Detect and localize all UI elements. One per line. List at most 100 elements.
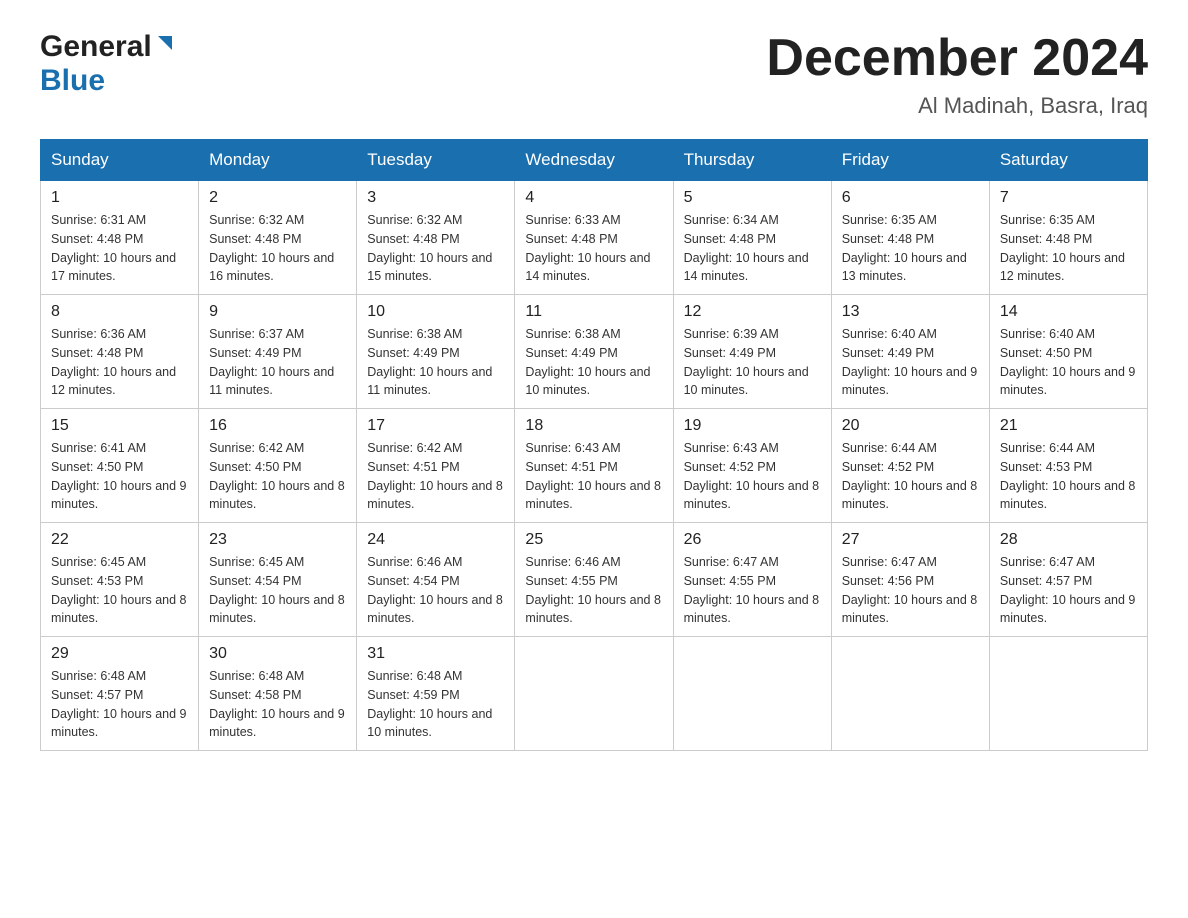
day-info: Sunrise: 6:45 AMSunset: 4:53 PMDaylight:… <box>51 555 187 625</box>
day-number: 1 <box>51 189 188 207</box>
day-number: 9 <box>209 303 346 321</box>
day-number: 18 <box>525 417 662 435</box>
day-cell: 1 Sunrise: 6:31 AMSunset: 4:48 PMDayligh… <box>41 181 199 295</box>
day-header-tuesday: Tuesday <box>357 140 515 181</box>
title-area: December 2024 Al Madinah, Basra, Iraq <box>766 30 1148 119</box>
day-cell <box>673 637 831 751</box>
day-cell: 31 Sunrise: 6:48 AMSunset: 4:59 PMDaylig… <box>357 637 515 751</box>
day-info: Sunrise: 6:32 AMSunset: 4:48 PMDaylight:… <box>367 213 492 283</box>
day-info: Sunrise: 6:39 AMSunset: 4:49 PMDaylight:… <box>684 327 809 397</box>
day-number: 29 <box>51 645 188 663</box>
day-info: Sunrise: 6:47 AMSunset: 4:55 PMDaylight:… <box>684 555 820 625</box>
day-info: Sunrise: 6:36 AMSunset: 4:48 PMDaylight:… <box>51 327 176 397</box>
day-header-monday: Monday <box>199 140 357 181</box>
day-number: 5 <box>684 189 821 207</box>
day-cell: 5 Sunrise: 6:34 AMSunset: 4:48 PMDayligh… <box>673 181 831 295</box>
day-number: 13 <box>842 303 979 321</box>
day-info: Sunrise: 6:32 AMSunset: 4:48 PMDaylight:… <box>209 213 334 283</box>
day-number: 17 <box>367 417 504 435</box>
day-number: 21 <box>1000 417 1137 435</box>
day-info: Sunrise: 6:48 AMSunset: 4:58 PMDaylight:… <box>209 669 345 739</box>
day-cell: 26 Sunrise: 6:47 AMSunset: 4:55 PMDaylig… <box>673 523 831 637</box>
day-cell: 14 Sunrise: 6:40 AMSunset: 4:50 PMDaylig… <box>989 295 1147 409</box>
week-row-3: 15 Sunrise: 6:41 AMSunset: 4:50 PMDaylig… <box>41 409 1148 523</box>
week-row-1: 1 Sunrise: 6:31 AMSunset: 4:48 PMDayligh… <box>41 181 1148 295</box>
day-info: Sunrise: 6:44 AMSunset: 4:53 PMDaylight:… <box>1000 441 1136 511</box>
week-row-4: 22 Sunrise: 6:45 AMSunset: 4:53 PMDaylig… <box>41 523 1148 637</box>
day-header-friday: Friday <box>831 140 989 181</box>
day-number: 30 <box>209 645 346 663</box>
day-cell: 10 Sunrise: 6:38 AMSunset: 4:49 PMDaylig… <box>357 295 515 409</box>
day-cell: 21 Sunrise: 6:44 AMSunset: 4:53 PMDaylig… <box>989 409 1147 523</box>
day-cell <box>515 637 673 751</box>
day-cell <box>831 637 989 751</box>
calendar-table: SundayMondayTuesdayWednesdayThursdayFrid… <box>40 139 1148 751</box>
logo: General Blue <box>40 30 176 98</box>
page-header: General Blue December 2024 Al Madinah, B… <box>40 30 1148 119</box>
day-info: Sunrise: 6:31 AMSunset: 4:48 PMDaylight:… <box>51 213 176 283</box>
day-info: Sunrise: 6:44 AMSunset: 4:52 PMDaylight:… <box>842 441 978 511</box>
day-number: 14 <box>1000 303 1137 321</box>
calendar-title: December 2024 <box>766 30 1148 87</box>
day-info: Sunrise: 6:41 AMSunset: 4:50 PMDaylight:… <box>51 441 187 511</box>
day-info: Sunrise: 6:40 AMSunset: 4:49 PMDaylight:… <box>842 327 978 397</box>
day-number: 10 <box>367 303 504 321</box>
day-cell: 17 Sunrise: 6:42 AMSunset: 4:51 PMDaylig… <box>357 409 515 523</box>
day-cell: 24 Sunrise: 6:46 AMSunset: 4:54 PMDaylig… <box>357 523 515 637</box>
day-info: Sunrise: 6:37 AMSunset: 4:49 PMDaylight:… <box>209 327 334 397</box>
day-number: 6 <box>842 189 979 207</box>
day-cell <box>989 637 1147 751</box>
day-number: 31 <box>367 645 504 663</box>
day-number: 8 <box>51 303 188 321</box>
day-info: Sunrise: 6:46 AMSunset: 4:55 PMDaylight:… <box>525 555 661 625</box>
day-info: Sunrise: 6:46 AMSunset: 4:54 PMDaylight:… <box>367 555 503 625</box>
day-number: 4 <box>525 189 662 207</box>
day-number: 12 <box>684 303 821 321</box>
day-info: Sunrise: 6:43 AMSunset: 4:52 PMDaylight:… <box>684 441 820 511</box>
day-info: Sunrise: 6:47 AMSunset: 4:56 PMDaylight:… <box>842 555 978 625</box>
day-cell: 20 Sunrise: 6:44 AMSunset: 4:52 PMDaylig… <box>831 409 989 523</box>
day-info: Sunrise: 6:45 AMSunset: 4:54 PMDaylight:… <box>209 555 345 625</box>
day-cell: 16 Sunrise: 6:42 AMSunset: 4:50 PMDaylig… <box>199 409 357 523</box>
logo-arrow-icon <box>154 32 176 59</box>
day-cell: 12 Sunrise: 6:39 AMSunset: 4:49 PMDaylig… <box>673 295 831 409</box>
day-cell: 22 Sunrise: 6:45 AMSunset: 4:53 PMDaylig… <box>41 523 199 637</box>
day-cell: 23 Sunrise: 6:45 AMSunset: 4:54 PMDaylig… <box>199 523 357 637</box>
day-info: Sunrise: 6:33 AMSunset: 4:48 PMDaylight:… <box>525 213 650 283</box>
day-cell: 30 Sunrise: 6:48 AMSunset: 4:58 PMDaylig… <box>199 637 357 751</box>
day-info: Sunrise: 6:35 AMSunset: 4:48 PMDaylight:… <box>1000 213 1125 283</box>
day-cell: 19 Sunrise: 6:43 AMSunset: 4:52 PMDaylig… <box>673 409 831 523</box>
day-number: 3 <box>367 189 504 207</box>
day-cell: 15 Sunrise: 6:41 AMSunset: 4:50 PMDaylig… <box>41 409 199 523</box>
day-number: 23 <box>209 531 346 549</box>
week-row-5: 29 Sunrise: 6:48 AMSunset: 4:57 PMDaylig… <box>41 637 1148 751</box>
day-header-wednesday: Wednesday <box>515 140 673 181</box>
week-row-2: 8 Sunrise: 6:36 AMSunset: 4:48 PMDayligh… <box>41 295 1148 409</box>
day-number: 22 <box>51 531 188 549</box>
day-info: Sunrise: 6:38 AMSunset: 4:49 PMDaylight:… <box>525 327 650 397</box>
day-info: Sunrise: 6:42 AMSunset: 4:51 PMDaylight:… <box>367 441 503 511</box>
day-cell: 8 Sunrise: 6:36 AMSunset: 4:48 PMDayligh… <box>41 295 199 409</box>
day-cell: 2 Sunrise: 6:32 AMSunset: 4:48 PMDayligh… <box>199 181 357 295</box>
day-header-sunday: Sunday <box>41 140 199 181</box>
day-cell: 25 Sunrise: 6:46 AMSunset: 4:55 PMDaylig… <box>515 523 673 637</box>
day-cell: 4 Sunrise: 6:33 AMSunset: 4:48 PMDayligh… <box>515 181 673 295</box>
day-info: Sunrise: 6:48 AMSunset: 4:59 PMDaylight:… <box>367 669 492 739</box>
day-info: Sunrise: 6:47 AMSunset: 4:57 PMDaylight:… <box>1000 555 1136 625</box>
day-info: Sunrise: 6:40 AMSunset: 4:50 PMDaylight:… <box>1000 327 1136 397</box>
day-cell: 11 Sunrise: 6:38 AMSunset: 4:49 PMDaylig… <box>515 295 673 409</box>
day-header-thursday: Thursday <box>673 140 831 181</box>
day-info: Sunrise: 6:42 AMSunset: 4:50 PMDaylight:… <box>209 441 345 511</box>
day-info: Sunrise: 6:38 AMSunset: 4:49 PMDaylight:… <box>367 327 492 397</box>
day-number: 24 <box>367 531 504 549</box>
day-cell: 3 Sunrise: 6:32 AMSunset: 4:48 PMDayligh… <box>357 181 515 295</box>
day-number: 16 <box>209 417 346 435</box>
day-cell: 27 Sunrise: 6:47 AMSunset: 4:56 PMDaylig… <box>831 523 989 637</box>
calendar-subtitle: Al Madinah, Basra, Iraq <box>766 93 1148 119</box>
day-cell: 7 Sunrise: 6:35 AMSunset: 4:48 PMDayligh… <box>989 181 1147 295</box>
day-info: Sunrise: 6:35 AMSunset: 4:48 PMDaylight:… <box>842 213 967 283</box>
logo-blue-text: Blue <box>40 64 105 98</box>
day-number: 26 <box>684 531 821 549</box>
day-number: 7 <box>1000 189 1137 207</box>
day-number: 28 <box>1000 531 1137 549</box>
